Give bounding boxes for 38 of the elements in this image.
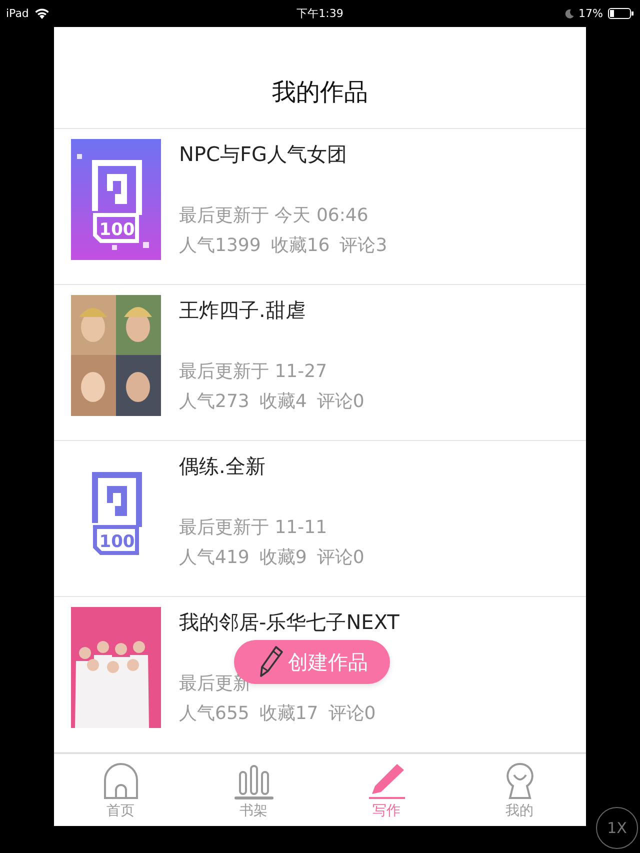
tab[interactable]: 我的 xyxy=(453,754,586,826)
work-item[interactable]: 王炸四子.甜虐 最后更新于 11-27 人气273 收藏4 评论0 xyxy=(54,285,586,442)
comments-count: 评论3 xyxy=(340,234,388,258)
bars-icon xyxy=(234,762,274,800)
favorites-count: 收藏16 xyxy=(270,234,330,258)
work-item[interactable]: 100 NPC与FG人气女团 最后更新于 今天 06:46 人气1399 收藏16 评论3 xyxy=(54,129,586,286)
tab[interactable]: 书架 xyxy=(187,754,320,826)
favorites-count: 收藏4 xyxy=(259,390,307,414)
work-title: 王炸四子.甜虐 xyxy=(179,297,306,324)
comments-count: 评论0 xyxy=(328,702,376,726)
page-title: 我的作品 xyxy=(272,77,368,108)
work-title: 我的邻居-乐华七子NEXT xyxy=(179,609,400,636)
device-name: iPad xyxy=(6,7,29,20)
work-item[interactable]: 100 偶练.全新 最后更新于 11-11 人气419 收藏9 评论0 xyxy=(54,441,586,598)
popularity-count: 人气273 xyxy=(179,390,250,414)
clock-time: 下午1:39 xyxy=(296,6,344,21)
comments-count: 评论0 xyxy=(316,546,364,570)
popularity-count: 人气1399 xyxy=(179,234,261,258)
comments-count: 评论0 xyxy=(316,390,364,414)
pencil-icon xyxy=(366,762,406,800)
work-title: NPC与FG人气女团 xyxy=(179,141,348,168)
work-title: 偶练.全新 xyxy=(179,453,266,480)
popularity-count: 人气419 xyxy=(179,546,250,570)
moon-icon xyxy=(564,8,574,18)
battery-percent: 17% xyxy=(578,7,603,20)
favorites-count: 收藏17 xyxy=(259,702,318,726)
last-updated: 最后更新于 11-11 xyxy=(179,516,328,540)
popularity-count: 人气655 xyxy=(179,702,250,726)
battery-icon xyxy=(608,8,634,19)
wifi-icon xyxy=(34,8,50,20)
last-updated: 最后更新于 今天 06:46 xyxy=(179,204,370,228)
tab[interactable]: 写作 xyxy=(320,754,453,826)
favorites-count: 收藏9 xyxy=(259,546,307,570)
cover-logo: 100 xyxy=(71,451,161,572)
zoom-button[interactable]: 1X xyxy=(596,807,638,849)
last-updated: 最后更新于 11-27 xyxy=(179,360,328,384)
cover-logo: 100 xyxy=(71,139,161,260)
tab[interactable]: 首页 xyxy=(54,754,187,826)
